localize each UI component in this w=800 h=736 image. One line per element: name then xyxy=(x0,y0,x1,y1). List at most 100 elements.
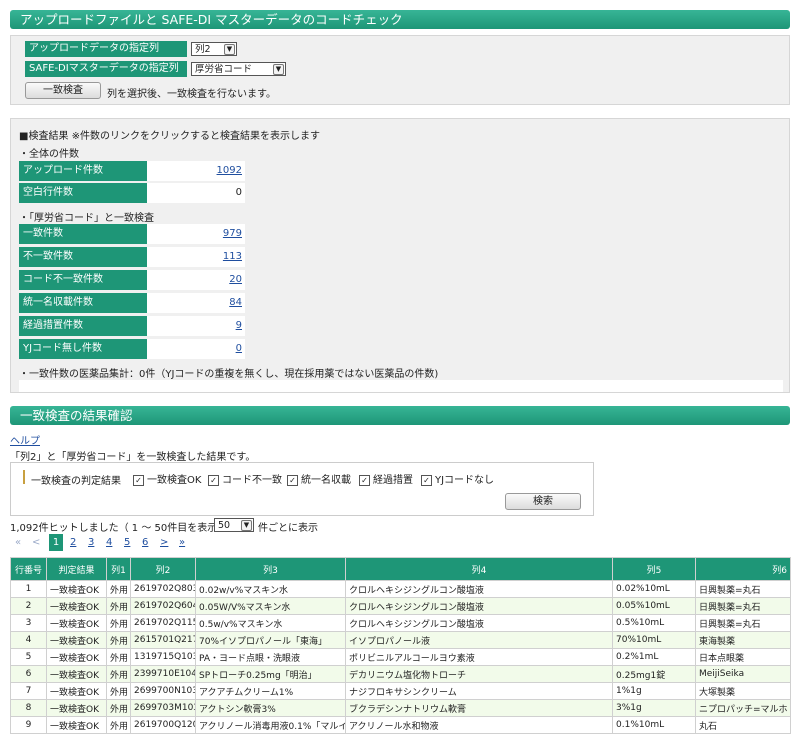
checkbox-checked-icon[interactable]: ✓ xyxy=(359,474,370,486)
table-cell-col0: 7 xyxy=(10,682,47,700)
table-row: 2一致検査OK外用2619702Q60450.05W/V%マスキン水クロルヘキシ… xyxy=(10,597,791,615)
upload-count-link[interactable]: 1092 xyxy=(217,165,242,176)
table-cell-col0: 9 xyxy=(10,716,47,734)
checkbox-checked-icon[interactable]: ✓ xyxy=(133,474,144,486)
no-yj-code-label: YJコード無し件数 xyxy=(19,339,147,359)
results-heading: ■検査結果 ※件数のリンクをクリックすると検査結果を表示します xyxy=(19,131,321,142)
chevron-down-icon: ▼ xyxy=(224,44,235,55)
footnote-spacer xyxy=(19,380,783,392)
table-cell-col6: 0.05%10mL xyxy=(612,597,696,615)
table-cell-col5: イソプロパノール液 xyxy=(345,631,613,649)
code-mismatch-link[interactable]: 20 xyxy=(229,274,242,285)
table-cell-col2: 外用 xyxy=(106,716,131,734)
filter-code-mismatch[interactable]: ✓ コード不一致 xyxy=(208,471,282,486)
filter-accent-bar xyxy=(23,470,25,484)
last-page-link[interactable]: » xyxy=(179,536,185,550)
page-2-link[interactable]: 2 xyxy=(70,536,76,550)
header-judgement: 判定結果 xyxy=(46,557,107,581)
table-cell-col5: ポリビニルアルコールヨウ素液 xyxy=(345,648,613,666)
search-button[interactable]: 検索 xyxy=(505,493,581,510)
filter-ok[interactable]: ✓ 一致検査OK xyxy=(133,471,201,486)
table-cell-col6: 0.02%10mL xyxy=(612,580,696,598)
page-1-current[interactable]: 1 xyxy=(49,534,63,551)
table-cell-col5: クロルヘキシジングルコン酸塩液 xyxy=(345,597,613,615)
table-cell-col5: クロルヘキシジングルコン酸塩液 xyxy=(345,580,613,598)
table-cell-col4: 70%イソプロパノール「東海」 xyxy=(195,631,346,649)
overall-heading: ・全体の件数 xyxy=(19,149,79,160)
table-cell-col6: 0.2%1mL xyxy=(612,648,696,666)
table-cell-col7: 大塚製薬 xyxy=(695,682,791,700)
unified-name-label: 統一名収載件数 xyxy=(19,293,147,313)
table-cell-col7: 丸石 xyxy=(695,716,791,734)
table-cell-col2: 外用 xyxy=(106,580,131,598)
table-cell-col1: 一致検査OK xyxy=(46,682,107,700)
per-page-select[interactable]: 50 ▼ xyxy=(214,518,254,532)
mismatch-count-link[interactable]: 113 xyxy=(223,251,242,262)
hit-count-text: 1,092件ヒットしました（ 1 ～ 50件目を表示 ） xyxy=(10,523,231,534)
table-header-row: 行番号 判定結果 列1 列2 列3 列4 列5 列6 xyxy=(10,557,791,581)
table-cell-col0: 5 xyxy=(10,648,47,666)
filter-label: 一致検査の判定結果 xyxy=(31,476,121,487)
table-cell-col7: 日興製薬=丸石 xyxy=(695,580,791,598)
table-cell-col3: 2619702Q6045 xyxy=(130,597,196,615)
result-description: 「列2」と「厚労省コード」を一致検査した結果です。 xyxy=(10,452,256,463)
table-cell-col1: 一致検査OK xyxy=(46,631,107,649)
header-col3: 列3 xyxy=(195,557,346,581)
table-cell-col3: 2399710E1046 xyxy=(130,665,196,683)
table-cell-col4: アクリノール消毒用液0.1%「マルイシ」 xyxy=(195,716,346,734)
table-cell-col5: アクリノール水和物液 xyxy=(345,716,613,734)
table-cell-col0: 4 xyxy=(10,631,47,649)
table-row: 8一致検査OK外用2699703M1039アクトシン軟膏3%ブクラデシンナトリウ… xyxy=(10,699,791,717)
page-5-link[interactable]: 5 xyxy=(124,536,130,550)
header-col2: 列2 xyxy=(130,557,196,581)
match-heading: ・「厚労省コード」と一致検査 xyxy=(19,213,154,224)
table-cell-col3: 2619702Q1159 xyxy=(130,614,196,632)
upload-count-label: アップロード件数 xyxy=(19,161,147,181)
results-table: 行番号 判定結果 列1 列2 列3 列4 列5 列6 1 一致検査OK 外用 2619… xyxy=(10,557,791,734)
upload-column-select[interactable]: 列2 ▼ xyxy=(191,42,237,56)
table-cell-col7: 日興製薬=丸石 xyxy=(695,597,791,615)
table-cell-col0: 3 xyxy=(10,614,47,632)
table-cell-col4: アクアチムクリーム1% xyxy=(195,682,346,700)
chevron-down-icon: ▼ xyxy=(273,64,284,75)
table-cell-col7: 日興製薬=丸石 xyxy=(695,614,791,632)
master-column-select[interactable]: 厚労省コード ▼ xyxy=(191,62,286,76)
transitional-link[interactable]: 9 xyxy=(236,320,242,331)
table-cell-col2: 外用 xyxy=(106,648,131,666)
match-count-label: 一致件数 xyxy=(19,224,147,244)
no-yj-code-link[interactable]: 0 xyxy=(236,343,242,354)
table-cell-col2: 外用 xyxy=(106,699,131,717)
next-page-link[interactable]: > xyxy=(160,536,168,550)
section-title: 一致検査の結果確認 xyxy=(20,408,133,423)
table-cell-col6: 0.25mg1錠 xyxy=(612,665,696,683)
help-link[interactable]: ヘルプ xyxy=(10,432,40,447)
page-6-link[interactable]: 6 xyxy=(142,536,148,550)
header-col6: 列6 xyxy=(695,557,791,581)
filter-no-yj-code[interactable]: ✓ YJコードなし xyxy=(421,471,494,486)
unified-name-link[interactable]: 84 xyxy=(229,297,242,308)
match-check-button[interactable]: 一致検査 xyxy=(25,82,101,99)
master-column-label: SAFE-DIマスターデータの指定列 xyxy=(25,61,187,77)
match-count-link[interactable]: 979 xyxy=(223,228,242,239)
prev-page-link[interactable]: < xyxy=(32,536,40,550)
checkbox-checked-icon[interactable]: ✓ xyxy=(287,474,298,486)
filter-unified-name[interactable]: ✓ 統一名収載 xyxy=(287,471,351,486)
filter-panel: 一致検査の判定結果 ✓ 一致検査OK ✓ コード不一致 ✓ 統一名収載 ✓ 経過措置 ✓… xyxy=(10,462,594,516)
table-cell-col7: 日本点眼薬 xyxy=(695,648,791,666)
table-cell-col0: 1 xyxy=(10,580,47,598)
table-row: 1一致検査OK外用2619702Q80300.02w/v%マスキン水クロルヘキシ… xyxy=(10,580,791,598)
table-cell-col6: 0.1%10mL xyxy=(612,716,696,734)
page-4-link[interactable]: 4 xyxy=(106,536,112,550)
section-header-result-review: 一致検査の結果確認 xyxy=(10,406,790,425)
first-page-link[interactable]: « xyxy=(15,536,21,550)
page-3-link[interactable]: 3 xyxy=(88,536,94,550)
checkbox-checked-icon[interactable]: ✓ xyxy=(208,474,219,486)
column-selection-panel: アップロードデータの指定列 列2 ▼ SAFE-DIマスターデータの指定列 厚労… xyxy=(10,35,790,105)
table-cell-col0: 8 xyxy=(10,699,47,717)
table-row: 5一致検査OK外用1319715Q1031PA・ヨード点眼・洗眼液ポリビニルアル… xyxy=(10,648,791,666)
header-col5: 列5 xyxy=(612,557,696,581)
checkbox-checked-icon[interactable]: ✓ xyxy=(421,474,432,486)
filter-transitional[interactable]: ✓ 経過措置 xyxy=(359,471,413,486)
table-cell-col1: 一致検査OK xyxy=(46,699,107,717)
table-row: 7一致検査OK外用2699700N1032アクアチムクリーム1%ナジフロキサシン… xyxy=(10,682,791,700)
